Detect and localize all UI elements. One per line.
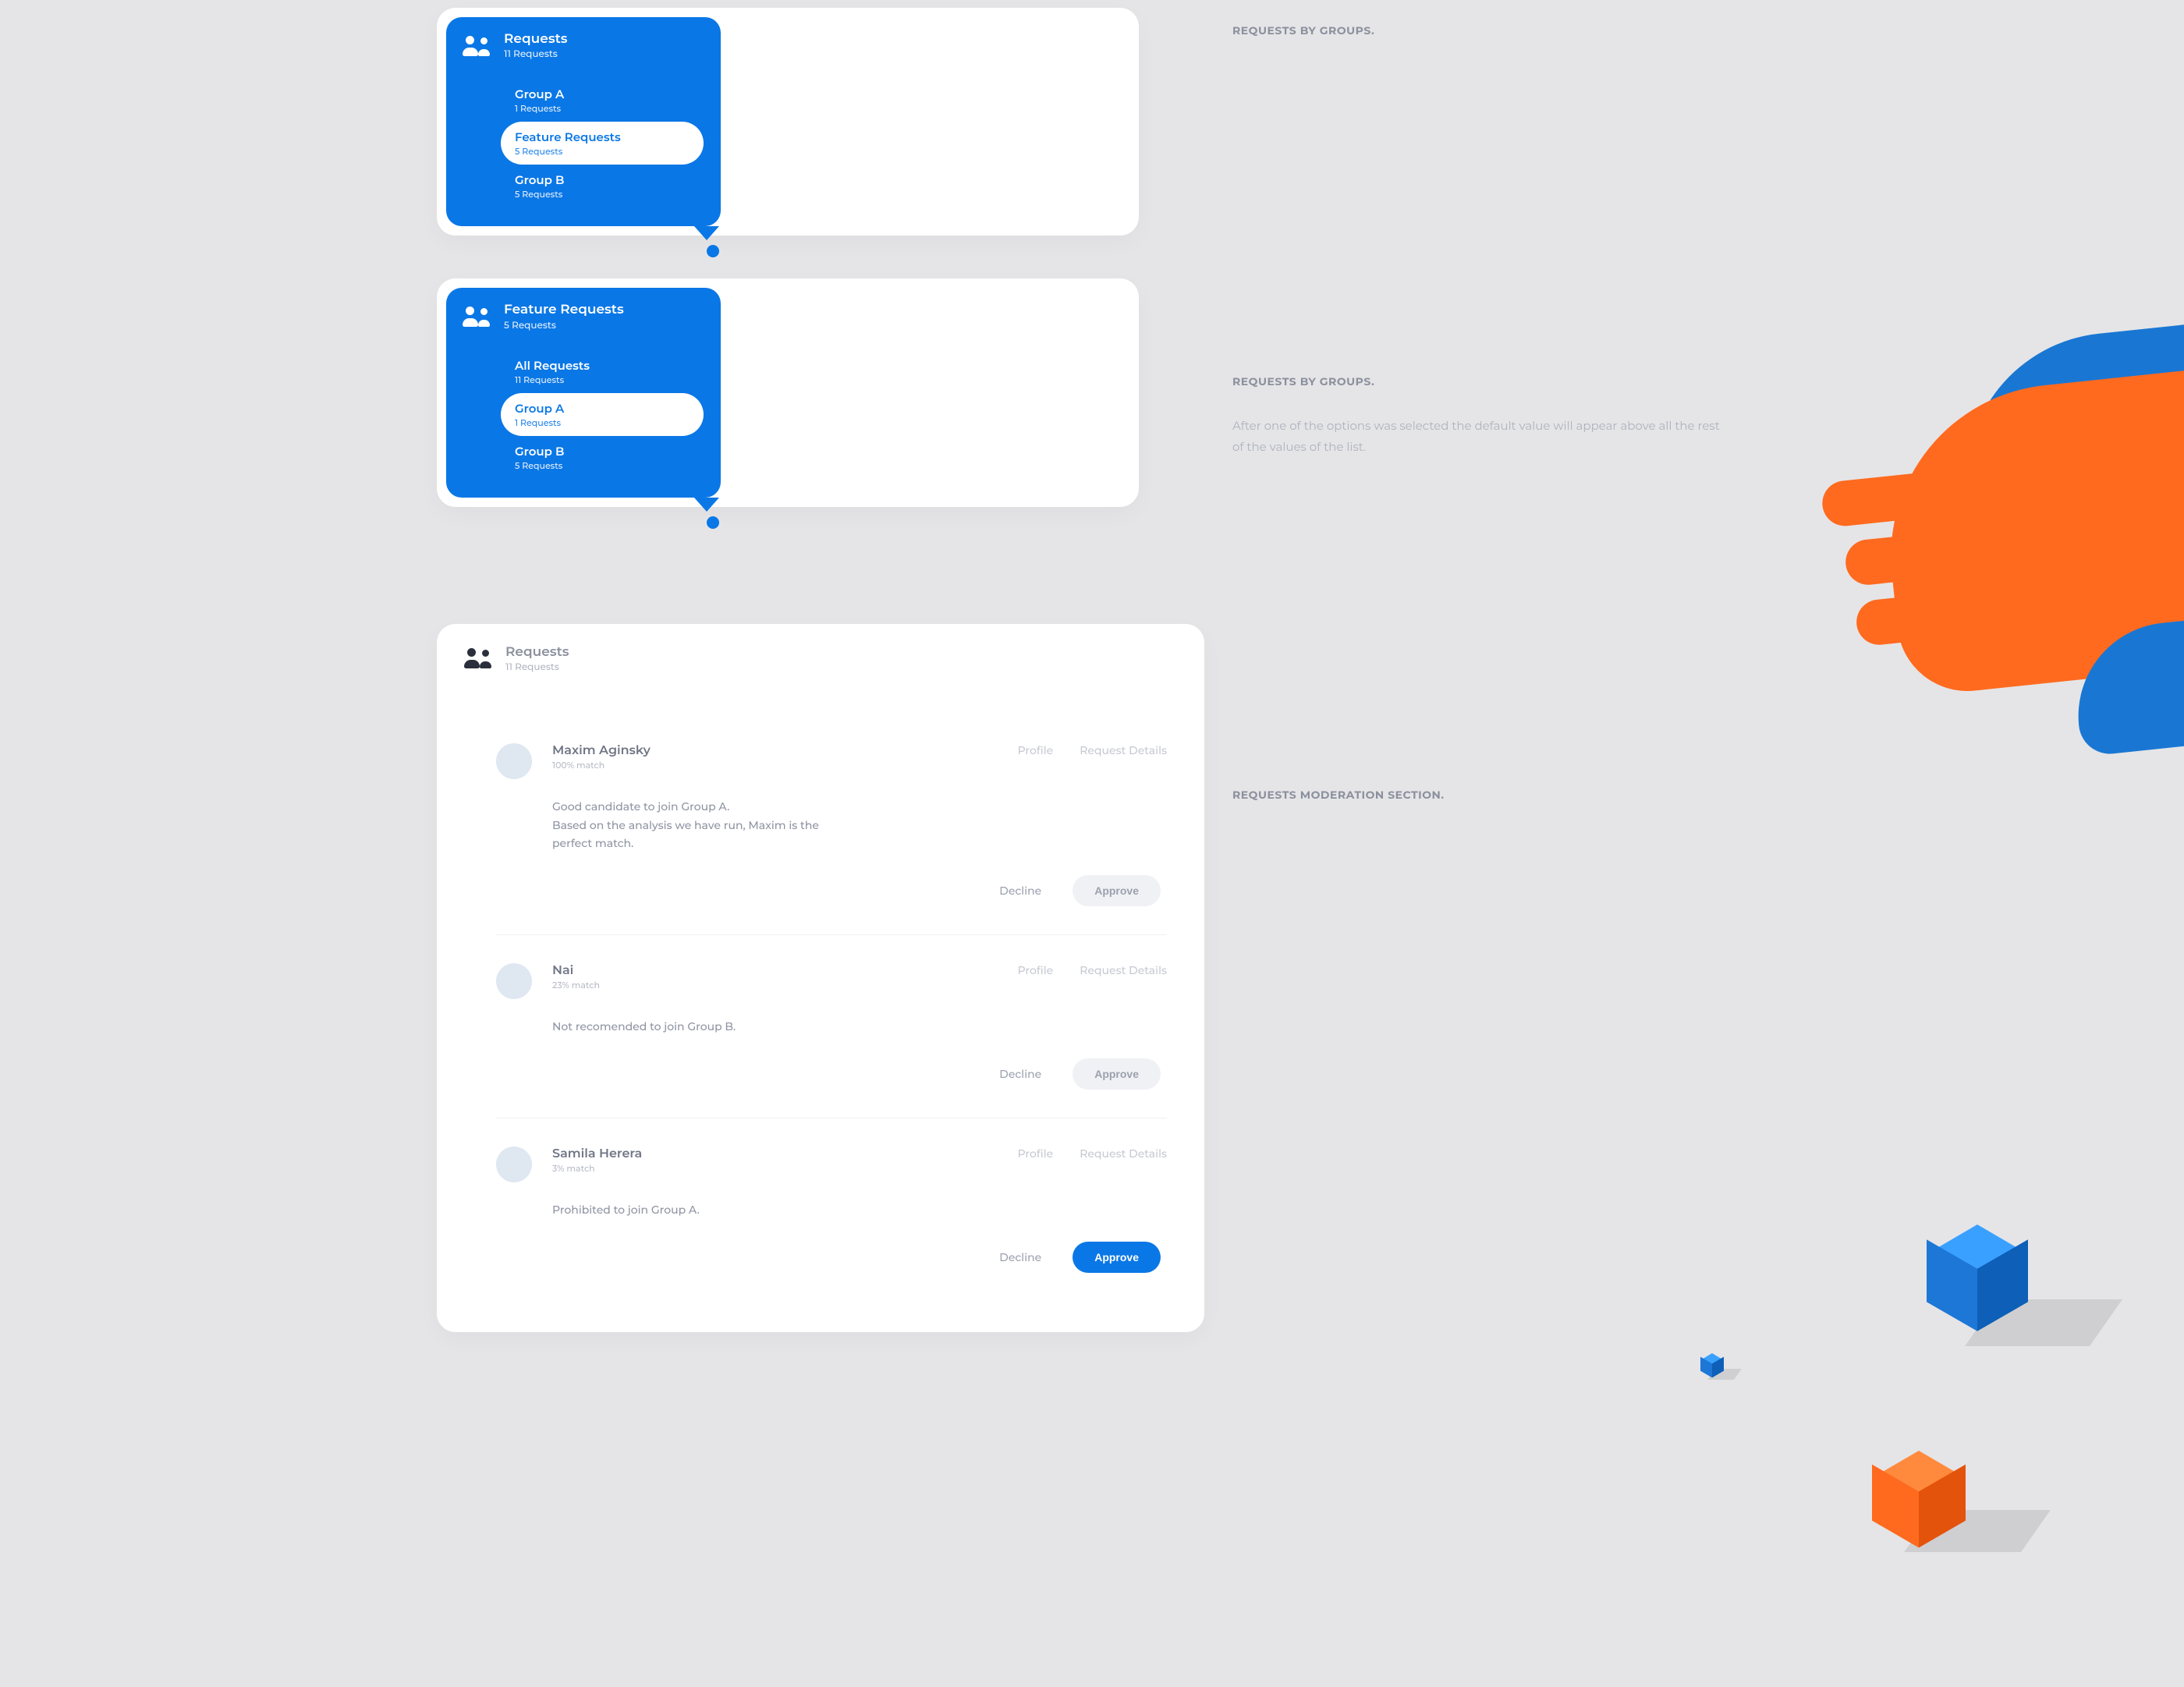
avatar xyxy=(496,963,532,999)
annotation-body: After one of the options was selected th… xyxy=(1232,415,1732,457)
dropdown-open[interactable]: Requests 11 Requests Group A 1 Requests … xyxy=(446,17,721,226)
annotation-title: REQUESTS BY GROUPS. xyxy=(1232,23,2184,37)
decline-button[interactable]: Decline xyxy=(999,884,1041,898)
people-icon xyxy=(463,307,490,327)
request-description: Not recomended to join Group B. xyxy=(552,1018,849,1037)
dropdown-card-selected: Feature Requests 5 Requests All Requests… xyxy=(437,278,1139,506)
drop-icon xyxy=(707,245,719,257)
details-link[interactable]: Request Details xyxy=(1080,963,1167,977)
decline-button[interactable]: Decline xyxy=(999,1067,1041,1081)
dropdown-item-group-a[interactable]: Group A 1 Requests xyxy=(501,393,704,436)
dropdown-open[interactable]: Feature Requests 5 Requests All Requests… xyxy=(446,288,721,497)
request-match: 23% match xyxy=(552,980,998,991)
dropdown-item-group-b[interactable]: Group B 5 Requests xyxy=(501,165,704,207)
avatar xyxy=(496,743,532,779)
dropdown-tail xyxy=(694,498,719,512)
request-name: Nai xyxy=(552,963,998,978)
dropdown-item-group-b[interactable]: Group B 5 Requests xyxy=(501,436,704,479)
details-link[interactable]: Request Details xyxy=(1080,1147,1167,1161)
annotation-title: REQUESTS MODERATION SECTION. xyxy=(1232,788,2184,802)
dropdown-title: Requests xyxy=(504,31,568,47)
profile-link[interactable]: Profile xyxy=(1018,1147,1054,1161)
dropdown-subtitle: 11 Requests xyxy=(504,48,568,60)
dropdown-item-feature-requests[interactable]: Feature Requests 5 Requests xyxy=(501,122,704,165)
dropdown-title: Feature Requests xyxy=(504,302,624,317)
dropdown-subtitle: 5 Requests xyxy=(504,320,624,331)
profile-link[interactable]: Profile xyxy=(1018,963,1054,977)
requests-list: Maxim Aginsky 100% match Profile Request… xyxy=(496,743,1167,1301)
avatar xyxy=(496,1147,532,1182)
moderation-card: Requests 11 Requests Maxim Aginsky 100% … xyxy=(437,624,1204,1332)
people-icon xyxy=(463,36,490,56)
drop-icon xyxy=(707,516,719,529)
annotation-title: REQUESTS BY GROUPS. xyxy=(1232,374,2184,388)
approve-button[interactable]: Approve xyxy=(1072,1058,1161,1090)
request-match: 100% match xyxy=(552,760,998,771)
decline-button[interactable]: Decline xyxy=(999,1250,1041,1264)
approve-button[interactable]: Approve xyxy=(1072,875,1161,906)
request-match: 3% match xyxy=(552,1163,998,1174)
people-icon xyxy=(465,648,491,668)
moderation-subtitle: 11 Requests xyxy=(505,661,569,673)
dropdown-card-default: Requests 11 Requests Group A 1 Requests … xyxy=(437,8,1139,236)
request-description: Good candidate to join Group A.Based on … xyxy=(552,798,849,853)
dropdown-item-group-a[interactable]: Group A 1 Requests xyxy=(501,79,704,122)
request-item: Maxim Aginsky 100% match Profile Request… xyxy=(496,743,1167,934)
moderation-title: Requests xyxy=(505,644,569,660)
request-description: Prohibited to join Group A. xyxy=(552,1201,849,1220)
request-item: Samila Herera 3% match Profile Request D… xyxy=(496,1118,1167,1301)
dropdown-tail xyxy=(694,226,719,240)
details-link[interactable]: Request Details xyxy=(1080,743,1167,757)
approve-button[interactable]: Approve xyxy=(1072,1242,1161,1273)
request-name: Maxim Aginsky xyxy=(552,743,998,758)
profile-link[interactable]: Profile xyxy=(1018,743,1054,757)
request-item: Nai 23% match Profile Request Details No… xyxy=(496,934,1167,1118)
dropdown-item-all-requests[interactable]: All Requests 11 Requests xyxy=(501,350,704,393)
request-name: Samila Herera xyxy=(552,1147,998,1161)
